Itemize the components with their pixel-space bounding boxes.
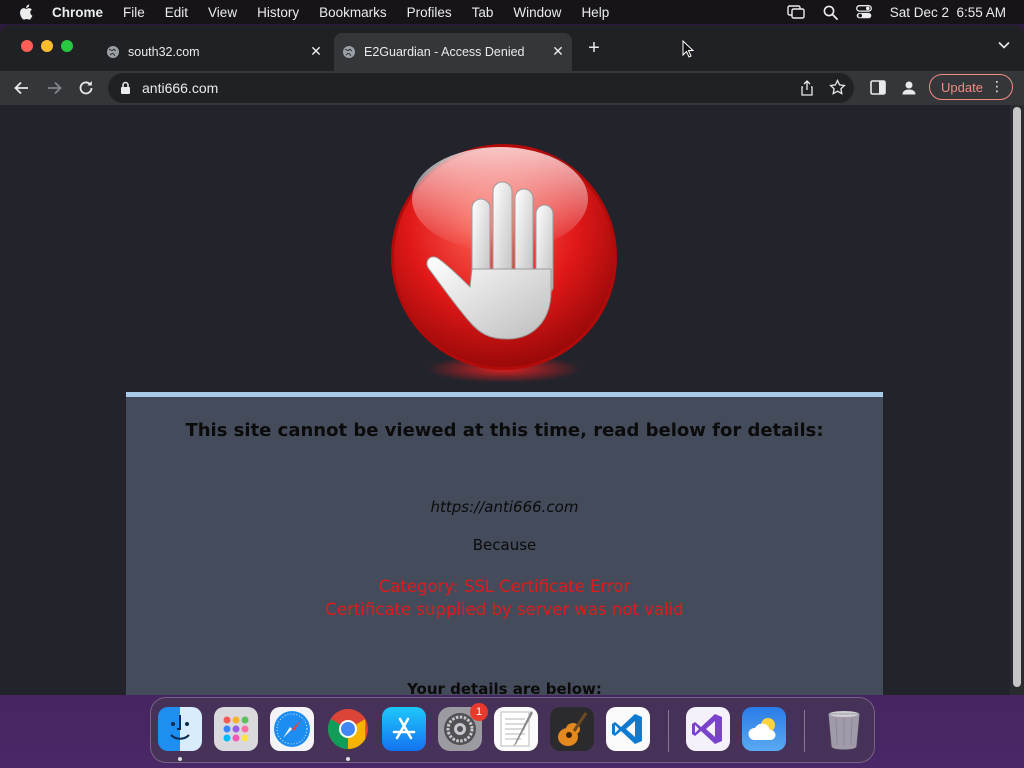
tab-title: south32.com [128, 45, 200, 59]
menu-file[interactable]: File [123, 5, 145, 20]
chrome-logo-icon [328, 709, 368, 749]
minimize-window-button[interactable] [41, 40, 53, 52]
back-arrow-icon[interactable] [12, 78, 32, 98]
menu-clock[interactable]: Sat Dec 2 6:55 AM [890, 5, 1006, 20]
dock-finder[interactable] [158, 707, 202, 751]
screen-mirroring-icon[interactable] [786, 5, 805, 19]
update-label: Update [941, 79, 983, 95]
new-tab-button[interactable]: + [584, 38, 604, 59]
close-window-button[interactable] [21, 40, 33, 52]
running-indicator [178, 757, 182, 761]
close-tab-icon[interactable]: ✕ [550, 43, 566, 59]
tab-search-chevron-icon[interactable] [998, 41, 1010, 49]
menu-tab[interactable]: Tab [472, 5, 494, 20]
side-panel-icon[interactable] [870, 80, 886, 95]
dock-safari[interactable] [270, 707, 314, 751]
globe-icon [343, 46, 355, 58]
globe-icon [107, 46, 119, 58]
trash-icon [828, 711, 860, 750]
dock-weather[interactable] [742, 707, 786, 751]
visual-studio-icon [692, 714, 722, 744]
tab-south32[interactable]: south32.com ✕ [98, 33, 330, 71]
menu-window[interactable]: Window [513, 5, 561, 20]
browser-toolbar: anti666.com Update ⋮ [0, 71, 1024, 105]
tab-e2guardian[interactable]: E2Guardian - Access Denied ✕ [334, 33, 572, 71]
because-label: Because [472, 536, 537, 554]
block-reason: Certificate supplied by server was not v… [325, 600, 684, 619]
dock-vscode[interactable] [606, 707, 650, 751]
blocked-url: https://anti666.com [430, 498, 579, 516]
reload-icon[interactable] [76, 78, 96, 98]
close-tab-icon[interactable]: ✕ [308, 43, 324, 59]
dock-garageband[interactable] [550, 707, 594, 751]
page-scrollbar[interactable] [1010, 105, 1024, 695]
apple-menu-icon[interactable] [18, 3, 36, 21]
block-category: Category: SSL Certificate Error [378, 577, 631, 596]
menu-history[interactable]: History [257, 5, 299, 20]
textedit-icon [500, 711, 533, 747]
menu-edit[interactable]: Edit [165, 5, 188, 20]
dock-launchpad[interactable] [214, 707, 258, 751]
menu-bar: Chrome File Edit View History Bookmarks … [0, 0, 1024, 24]
dock-visual-studio[interactable] [686, 707, 730, 751]
dock-separator [668, 710, 669, 752]
dock: 1 [150, 697, 875, 763]
weather-icon [748, 718, 776, 740]
spotlight-search-icon[interactable] [823, 5, 838, 20]
launchpad-icon [223, 716, 249, 742]
menu-help[interactable]: Help [581, 5, 609, 20]
scrollbar-thumb[interactable] [1013, 107, 1021, 687]
bookmark-star-icon[interactable] [829, 79, 846, 96]
forward-arrow-icon[interactable] [44, 78, 64, 98]
control-center-icon[interactable] [855, 5, 872, 19]
url-text[interactable]: anti666.com [142, 80, 218, 96]
notification-badge: 1 [470, 703, 488, 721]
tab-strip: south32.com ✕ E2Guardian - Access Denied… [0, 25, 1024, 71]
menu-bookmarks[interactable]: Bookmarks [319, 5, 387, 20]
denial-heading: This site cannot be viewed at this time,… [185, 420, 824, 441]
dock-app-store[interactable] [382, 707, 426, 751]
dock-separator [804, 710, 805, 752]
menu-app-name[interactable]: Chrome [52, 5, 103, 20]
dock-chrome[interactable] [326, 707, 370, 751]
profile-avatar-icon[interactable] [900, 79, 918, 97]
stop-hand-icon [391, 144, 617, 383]
mouse-cursor-icon [682, 40, 694, 58]
page-content: This site cannot be viewed at this time,… [0, 105, 1010, 695]
safari-compass-icon [274, 711, 310, 747]
share-icon[interactable] [800, 80, 814, 96]
guitar-icon [558, 712, 588, 746]
finder-icon [170, 715, 190, 740]
address-bar[interactable]: anti666.com [108, 73, 854, 103]
dock-textedit[interactable] [494, 707, 538, 751]
menu-view[interactable]: View [208, 5, 237, 20]
app-store-icon [392, 717, 416, 740]
denial-panel: This site cannot be viewed at this time,… [126, 392, 883, 695]
dock-trash[interactable] [822, 707, 866, 751]
chrome-menu-icon[interactable]: ⋮ [990, 79, 1004, 93]
dock-system-settings[interactable]: 1 [438, 703, 488, 751]
tab-title: E2Guardian - Access Denied [364, 45, 525, 59]
zoom-window-button[interactable] [61, 40, 73, 52]
menu-profiles[interactable]: Profiles [407, 5, 452, 20]
vscode-icon [612, 714, 642, 744]
lock-icon[interactable] [120, 81, 131, 95]
browser-window: south32.com ✕ E2Guardian - Access Denied… [0, 25, 1024, 695]
details-heading: Your details are below: [407, 680, 602, 695]
update-button[interactable]: Update ⋮ [929, 74, 1013, 100]
running-indicator [346, 757, 350, 761]
